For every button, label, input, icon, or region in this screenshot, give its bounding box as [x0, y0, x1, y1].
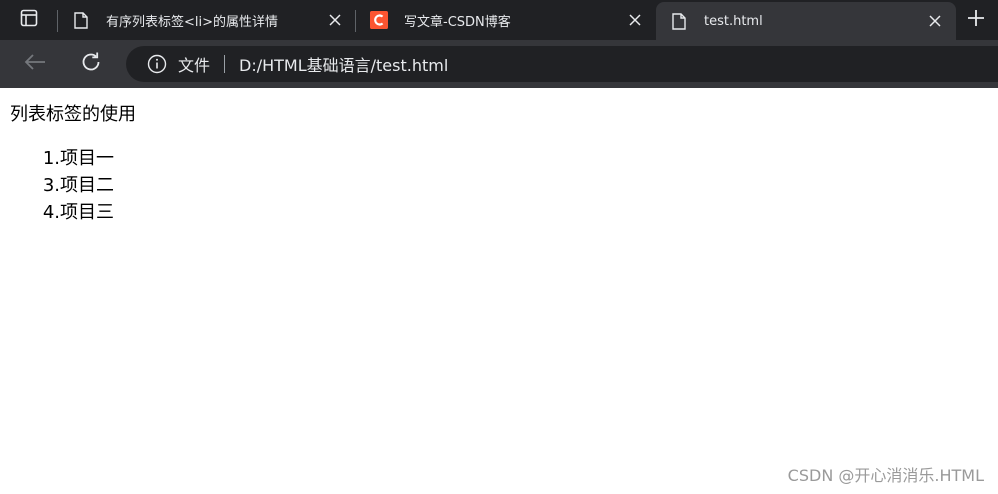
csdn-logo-icon: [370, 11, 388, 29]
page-heading: 列表标签的使用: [10, 104, 136, 125]
plus-icon: [967, 9, 985, 31]
list-number: 1.: [42, 148, 60, 169]
new-tab-button[interactable]: [956, 0, 996, 40]
url-text[interactable]: D:/HTML基础语言/test.html: [239, 52, 448, 76]
page-icon: [670, 12, 688, 30]
reload-icon: [80, 51, 102, 77]
list-item: 4. 项目三: [10, 199, 114, 226]
page-content: 列表标签的使用 1. 项目一 3. 项目二 4. 项目三 CSDN @开心消消乐…: [0, 88, 998, 494]
back-button[interactable]: [18, 47, 52, 81]
close-icon[interactable]: [324, 9, 346, 31]
tab-title: test.html: [704, 13, 763, 29]
list-item: 3. 项目二: [10, 172, 114, 199]
origin-label: 文件: [178, 56, 211, 75]
ordered-list: 1. 项目一 3. 项目二 4. 项目三: [10, 145, 114, 226]
tab-title: 有序列表标签<li>的属性详情: [106, 14, 279, 30]
tab-test-html[interactable]: test.html: [656, 2, 956, 40]
separator: [224, 55, 226, 73]
list-number: 4.: [42, 202, 60, 223]
tab-strip: 有序列表标签<li>的属性详情 写文章-CSDN博客 test.html: [0, 0, 998, 40]
tab-li-attributes[interactable]: 有序列表标签<li>的属性详情: [58, 0, 356, 40]
list-item: 1. 项目一: [10, 145, 114, 172]
list-item-text: 项目三: [60, 202, 114, 223]
close-icon[interactable]: [624, 9, 646, 31]
back-arrow-icon: [24, 53, 46, 75]
close-icon[interactable]: [924, 10, 946, 32]
watermark: CSDN @开心消消乐.HTML: [787, 466, 984, 485]
reload-button[interactable]: [74, 47, 108, 81]
toolbar: 文件 D:/HTML基础语言/test.html: [0, 40, 998, 88]
browser-window: 有序列表标签<li>的属性详情 写文章-CSDN博客 test.html 文件 …: [0, 0, 998, 494]
page-icon: [72, 11, 90, 29]
address-bar[interactable]: 文件 D:/HTML基础语言/test.html: [126, 46, 998, 82]
tab-actions-button[interactable]: [0, 0, 58, 40]
tab-csdn-write[interactable]: 写文章-CSDN博客: [356, 0, 656, 40]
list-item-text: 项目一: [60, 148, 114, 169]
list-number: 3.: [42, 175, 60, 196]
tab-title: 写文章-CSDN博客: [404, 14, 511, 30]
tab-actions-icon: [20, 9, 38, 31]
info-icon[interactable]: [146, 53, 168, 75]
list-item-text: 项目二: [60, 175, 114, 196]
